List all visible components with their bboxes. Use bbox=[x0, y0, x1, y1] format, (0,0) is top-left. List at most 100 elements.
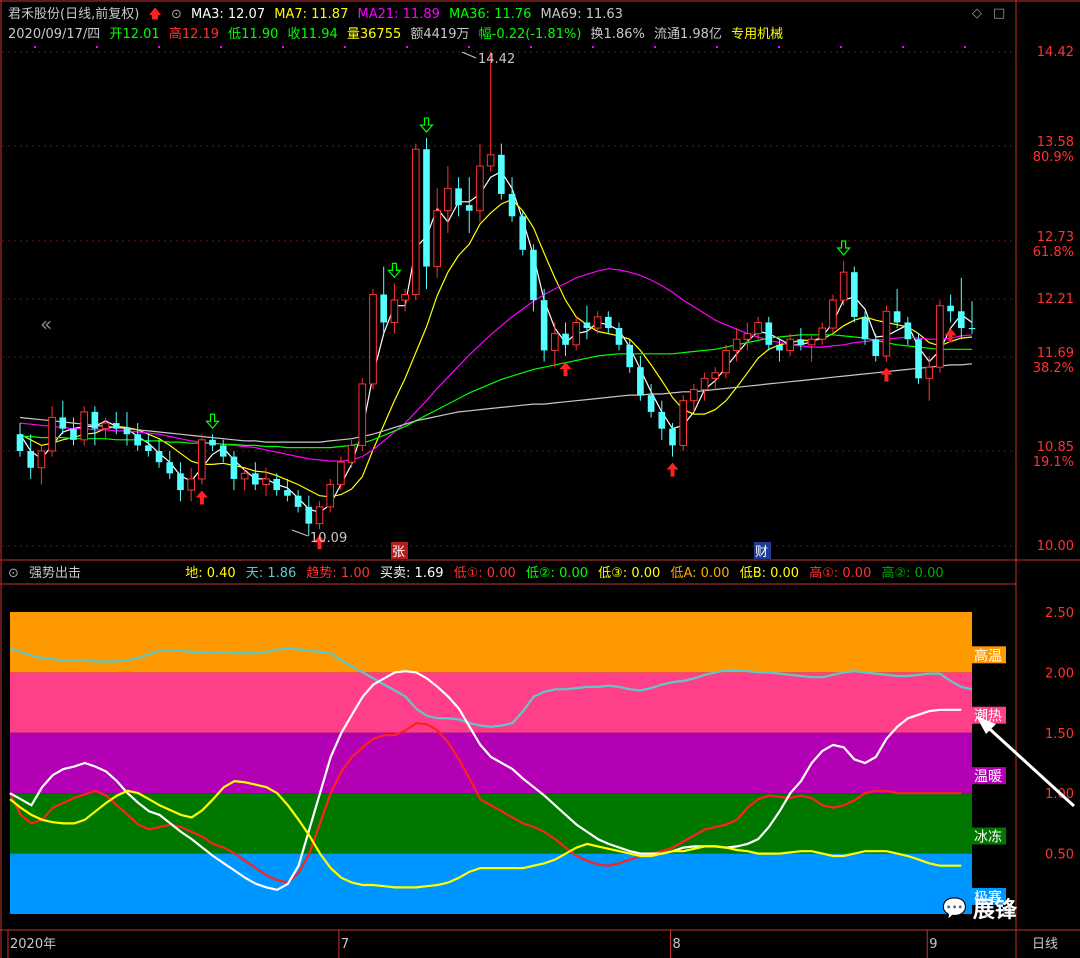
candle-body bbox=[498, 154, 505, 194]
candle-body bbox=[743, 333, 752, 340]
candle-body bbox=[765, 322, 773, 345]
top-marker-dot bbox=[34, 46, 36, 48]
candle-body bbox=[369, 294, 377, 385]
price-tick-label: 38.2% bbox=[1033, 361, 1074, 376]
wechat-icon: 💬 bbox=[942, 896, 967, 920]
candle bbox=[390, 283, 399, 334]
candle-body bbox=[262, 478, 270, 486]
price-tick-label: 80.9% bbox=[1033, 150, 1074, 165]
top-marker-dot bbox=[406, 46, 408, 48]
candle-body bbox=[358, 383, 367, 446]
candle bbox=[551, 322, 559, 368]
low-annotation-line bbox=[291, 529, 309, 537]
tag-cai[interactable]: 财 bbox=[755, 545, 768, 560]
candle-body bbox=[326, 484, 335, 508]
candle-body bbox=[59, 417, 67, 429]
candle-body bbox=[851, 272, 858, 317]
candle-body bbox=[679, 400, 688, 446]
candle-body bbox=[91, 411, 99, 429]
candle-body bbox=[540, 300, 548, 351]
price-axis: 14.42 13.5880.9% 12.7361.8% 12.21 11.6938.2%… bbox=[1033, 45, 1074, 554]
zone-labels: 高温潮热温暖冰冻极寒 bbox=[972, 646, 1006, 906]
candle-body bbox=[658, 411, 666, 429]
candle bbox=[59, 400, 67, 435]
candle bbox=[219, 439, 227, 463]
candle-body bbox=[198, 439, 206, 480]
time-label: 7 bbox=[341, 937, 349, 952]
candle-body bbox=[669, 428, 676, 446]
candle bbox=[604, 311, 612, 334]
top-marker-dot bbox=[592, 46, 594, 48]
top-marker-dot bbox=[964, 46, 966, 48]
candle bbox=[797, 328, 805, 351]
buy-arrow-icon bbox=[195, 490, 208, 505]
candle bbox=[498, 143, 505, 200]
candle-body bbox=[732, 338, 741, 351]
indicator-tick-label: 1.50 bbox=[1045, 727, 1074, 742]
candle bbox=[615, 322, 623, 351]
candle-body bbox=[112, 423, 120, 429]
candle-body bbox=[187, 478, 195, 491]
stock-chart-canvas[interactable]: 14.42 13.5880.9% 12.7361.8% 12.21 11.6938.2%… bbox=[0, 0, 1080, 958]
candle bbox=[722, 344, 730, 379]
candle-body bbox=[915, 339, 922, 379]
candle-body bbox=[209, 439, 216, 446]
candle bbox=[369, 288, 377, 390]
candle bbox=[48, 406, 56, 457]
candle bbox=[80, 406, 88, 446]
candle-body bbox=[786, 338, 794, 351]
candle bbox=[380, 266, 388, 334]
candle-body bbox=[604, 316, 612, 329]
candle-body bbox=[252, 473, 259, 485]
candle-body bbox=[411, 148, 420, 296]
candle bbox=[583, 305, 591, 340]
zone-label-text: 冰冻 bbox=[974, 829, 1002, 846]
price-tick-label: 11.69 bbox=[1037, 346, 1074, 361]
candle-body bbox=[101, 422, 110, 430]
candle bbox=[476, 143, 484, 222]
candle-body bbox=[968, 328, 976, 330]
price-tick-label: 12.21 bbox=[1037, 292, 1074, 307]
price-tick-label: 61.8% bbox=[1033, 245, 1074, 260]
candle-body bbox=[401, 294, 409, 301]
candle bbox=[358, 378, 367, 451]
candle-body bbox=[230, 456, 238, 479]
candle bbox=[411, 143, 420, 301]
candle-body bbox=[48, 416, 56, 452]
candle-body bbox=[273, 478, 281, 491]
candle-body bbox=[519, 216, 527, 250]
candle-body bbox=[593, 316, 602, 329]
candle bbox=[209, 434, 216, 451]
price-tick-label: 14.42 bbox=[1037, 45, 1074, 60]
high-annotation-label: 14.42 bbox=[478, 52, 515, 67]
candle bbox=[433, 188, 441, 278]
indicator-tick-label: 0.50 bbox=[1045, 848, 1074, 863]
candle bbox=[465, 177, 473, 234]
candle bbox=[134, 423, 141, 451]
candle-body bbox=[957, 311, 965, 329]
candle-body bbox=[476, 165, 484, 212]
top-marker-dot bbox=[840, 46, 842, 48]
candle bbox=[839, 261, 848, 306]
buy-arrow-icon bbox=[880, 367, 893, 382]
candle bbox=[155, 439, 163, 468]
candle-body bbox=[347, 444, 356, 463]
candle bbox=[101, 417, 110, 440]
candle-body bbox=[829, 299, 837, 329]
candle bbox=[423, 138, 430, 289]
candle bbox=[700, 372, 709, 401]
indicator-tick-label: 2.50 bbox=[1045, 606, 1074, 621]
zone-band bbox=[10, 672, 972, 733]
candle bbox=[765, 316, 773, 351]
candle-body bbox=[690, 389, 698, 402]
tag-zhang[interactable]: 张 bbox=[392, 545, 405, 560]
price-tick-label: 10.00 bbox=[1037, 539, 1074, 554]
candle bbox=[70, 417, 77, 446]
candle bbox=[743, 322, 752, 351]
price-tick-label: 10.85 bbox=[1037, 440, 1074, 455]
candle-body bbox=[893, 311, 901, 323]
candle-body bbox=[390, 299, 399, 323]
watermark-text: 展锋 bbox=[972, 898, 1017, 923]
candle-body bbox=[615, 328, 623, 345]
top-marker-dot bbox=[530, 46, 532, 48]
